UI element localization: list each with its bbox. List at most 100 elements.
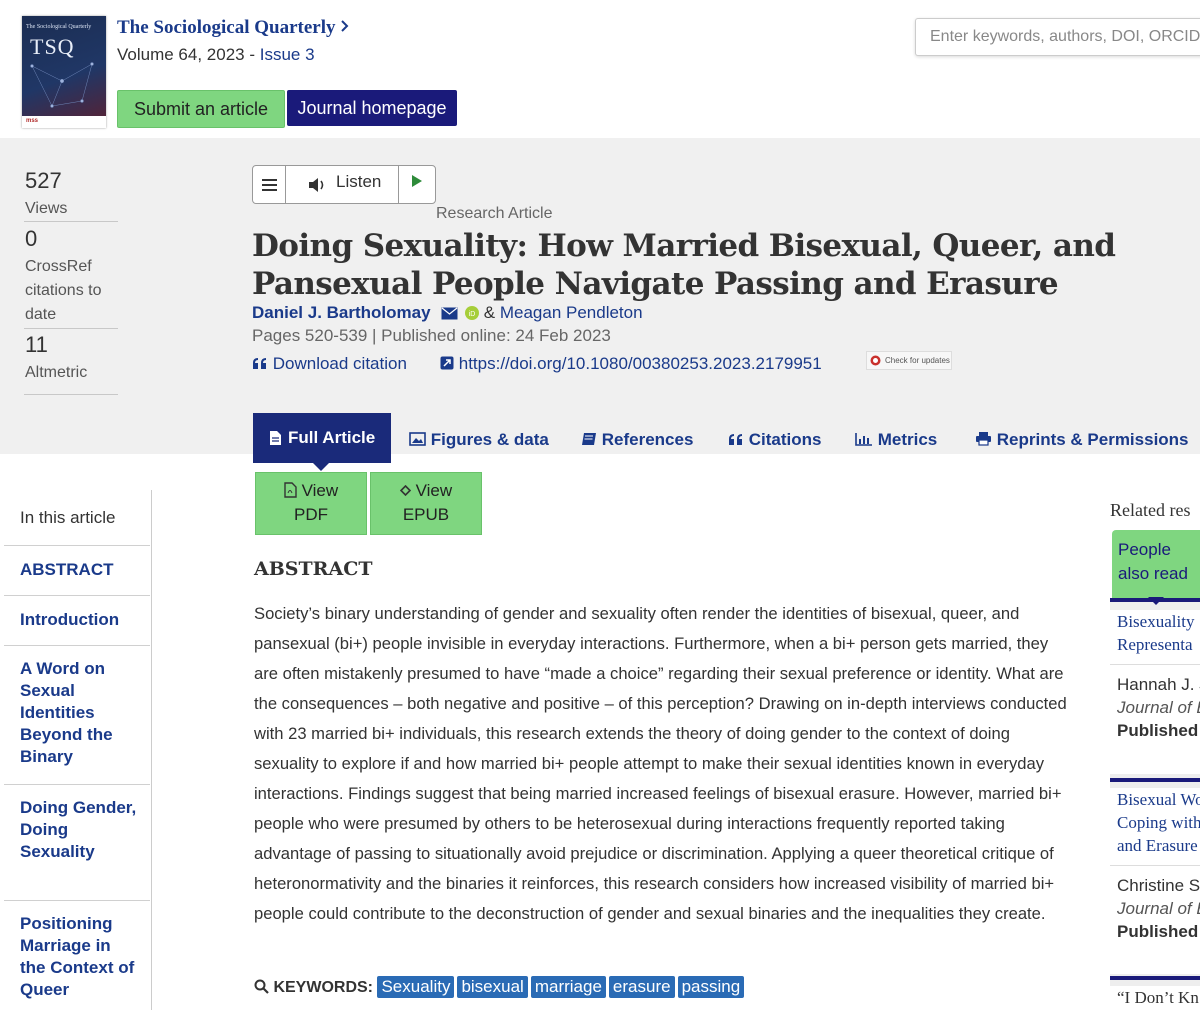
nav-item-introduction[interactable]: Introduction [20,609,138,631]
view-pdf-label: View [301,481,339,500]
crossref-count: 0 [25,226,38,251]
related-divider [1110,778,1200,782]
nav-item-word-on-sexual-identities[interactable]: A Word on Sexual Identities Beyond the B… [20,658,138,768]
tab-figures-data[interactable]: Figures & data [409,430,549,450]
nav-item-positioning-marriage[interactable]: Positioning Marriage in the Context of Q… [20,913,138,1001]
volume-text: Volume 64, 2023 - [117,45,260,64]
related-title[interactable]: Representa [1110,633,1200,656]
tab-references[interactable]: References [581,430,693,450]
view-epub-format: EPUB [402,505,450,524]
related-title[interactable]: Bisexuality [1110,610,1200,633]
tab-reprints-permissions[interactable]: Reprints & Permissions [975,430,1189,450]
book-icon [582,433,596,445]
issue-link[interactable]: Issue 3 [260,45,315,64]
tab-full-article[interactable]: Full Article [253,413,391,471]
author-separator: & [483,303,496,322]
doi-link[interactable]: https://doi.org/10.1080/00380253.2023.21… [440,354,822,374]
tab-label: Full Article [288,428,376,447]
view-epub-label: View [415,481,453,500]
keyword-chip[interactable]: erasure [608,976,675,998]
menu-button[interactable] [253,166,286,203]
keyword-chip[interactable]: marriage [530,976,606,998]
related-title[interactable]: Bisexual Wo [1110,788,1200,811]
volume-info: Volume 64, 2023 - Issue 3 [117,45,315,65]
views-count: 527 [25,168,62,193]
journal-title[interactable]: The Sociological Quarterly [117,17,335,38]
related-published: Published [1117,721,1199,740]
related-author: Hannah J. J [1117,675,1200,694]
people-also-read-tab[interactable]: People also read [1112,530,1200,598]
document-icon [270,431,281,445]
keyword-chip[interactable]: passing [677,976,745,998]
hamburger-icon [262,179,277,181]
altmetric-count[interactable]: 11 [25,332,48,358]
cover-top-text: The Sociological Quarterly [26,24,92,30]
submit-article-button[interactable]: Submit an article [117,90,285,128]
related-journal: Journal of B [1117,899,1200,918]
doi-url[interactable]: https://doi.org/10.1080/00380253.2023.21… [459,354,822,373]
keywords-label: KEYWORDS: [273,979,374,996]
download-citation-link[interactable]: Download citation [252,354,407,374]
divider [4,900,150,901]
author-list: Daniel J. Bartholomay iD & Meagan Pendle… [252,303,643,323]
external-link-icon [440,356,454,370]
network-graphic [30,62,94,108]
search-icon [254,979,269,994]
tab-citations[interactable]: Citations [728,430,821,450]
divider [4,595,150,596]
related-research-heading: Related res [1110,500,1191,520]
chevron-right-icon [341,20,349,32]
nav-item-doing-gender[interactable]: Doing Gender, Doing Sexuality [20,797,138,863]
related-title[interactable]: and Erasure [1110,834,1200,857]
search-input[interactable] [916,19,1200,55]
related-title[interactable]: “I Don’t Kn [1110,986,1200,1009]
speaker-icon [309,178,324,192]
quote-icon [729,434,742,445]
orcid-icon[interactable]: iD [465,306,480,320]
keyword-chip[interactable]: bisexual [457,976,528,998]
crossref-label-line: citations to [25,282,102,299]
article-title: Doing Sexuality: How Married Bisexual, Q… [252,228,1116,302]
related-article-card[interactable]: “I Don’t Kn [1110,986,1200,1010]
divider [24,394,118,395]
listen-button[interactable]: Listen [336,172,381,192]
in-this-article-nav: In this article ABSTRACT Introduction A … [4,490,152,1010]
related-article-card[interactable]: Bisexual Wo Coping with and Erasure Chri… [1110,788,1200,974]
tab-pointer [1148,597,1164,605]
play-button[interactable] [398,166,435,203]
tab-metrics[interactable]: Metrics [855,430,937,450]
journal-homepage-button[interactable]: Journal homepage [287,90,457,126]
envelope-icon[interactable] [441,307,458,320]
tab-label: Metrics [877,430,938,449]
crossref-label-line: CrossRef [25,258,92,275]
tab-label: Citations [748,430,822,449]
journal-cover[interactable]: The Sociological Quarterly TSQ mss [22,16,106,128]
view-pdf-button[interactable]: View PDF [255,472,367,535]
keyword-chip[interactable]: Sexuality [377,976,455,998]
check-updates-label: Check for updates [885,356,950,365]
abstract-text: Society’s binary understanding of gender… [254,604,1067,923]
author-link[interactable]: Meagan Pendleton [500,303,643,322]
check-for-updates-badge[interactable]: Check for updates [866,351,952,370]
pages-published: Pages 520-539 | Published online: 24 Feb… [252,326,611,345]
epub-icon [399,484,411,497]
crossmark-icon [870,355,881,366]
crossref-label: CrossRef citations to date [25,255,101,327]
view-epub-button[interactable]: View EPUB [370,472,482,535]
altmetric-label[interactable]: Altmetric [25,361,87,385]
related-title[interactable]: Coping with [1110,811,1200,834]
image-icon [409,432,426,446]
nav-item-abstract[interactable]: ABSTRACT [20,559,138,581]
author-link[interactable]: Daniel J. Bartholomay [252,303,431,322]
related-author: Christine S [1117,876,1200,895]
related-published: Published [1117,922,1199,941]
tab-label: References [601,430,694,449]
search-box[interactable] [915,18,1200,56]
journal-title-link[interactable]: The Sociological Quarterly [117,17,350,39]
bar-chart-icon [855,433,872,446]
print-icon [976,432,991,446]
related-article-card[interactable]: Bisexuality Representa Hannah J. J Journ… [1110,610,1200,774]
play-icon [412,175,422,187]
views-label: Views [25,200,68,217]
download-citation-label[interactable]: Download citation [273,354,407,373]
